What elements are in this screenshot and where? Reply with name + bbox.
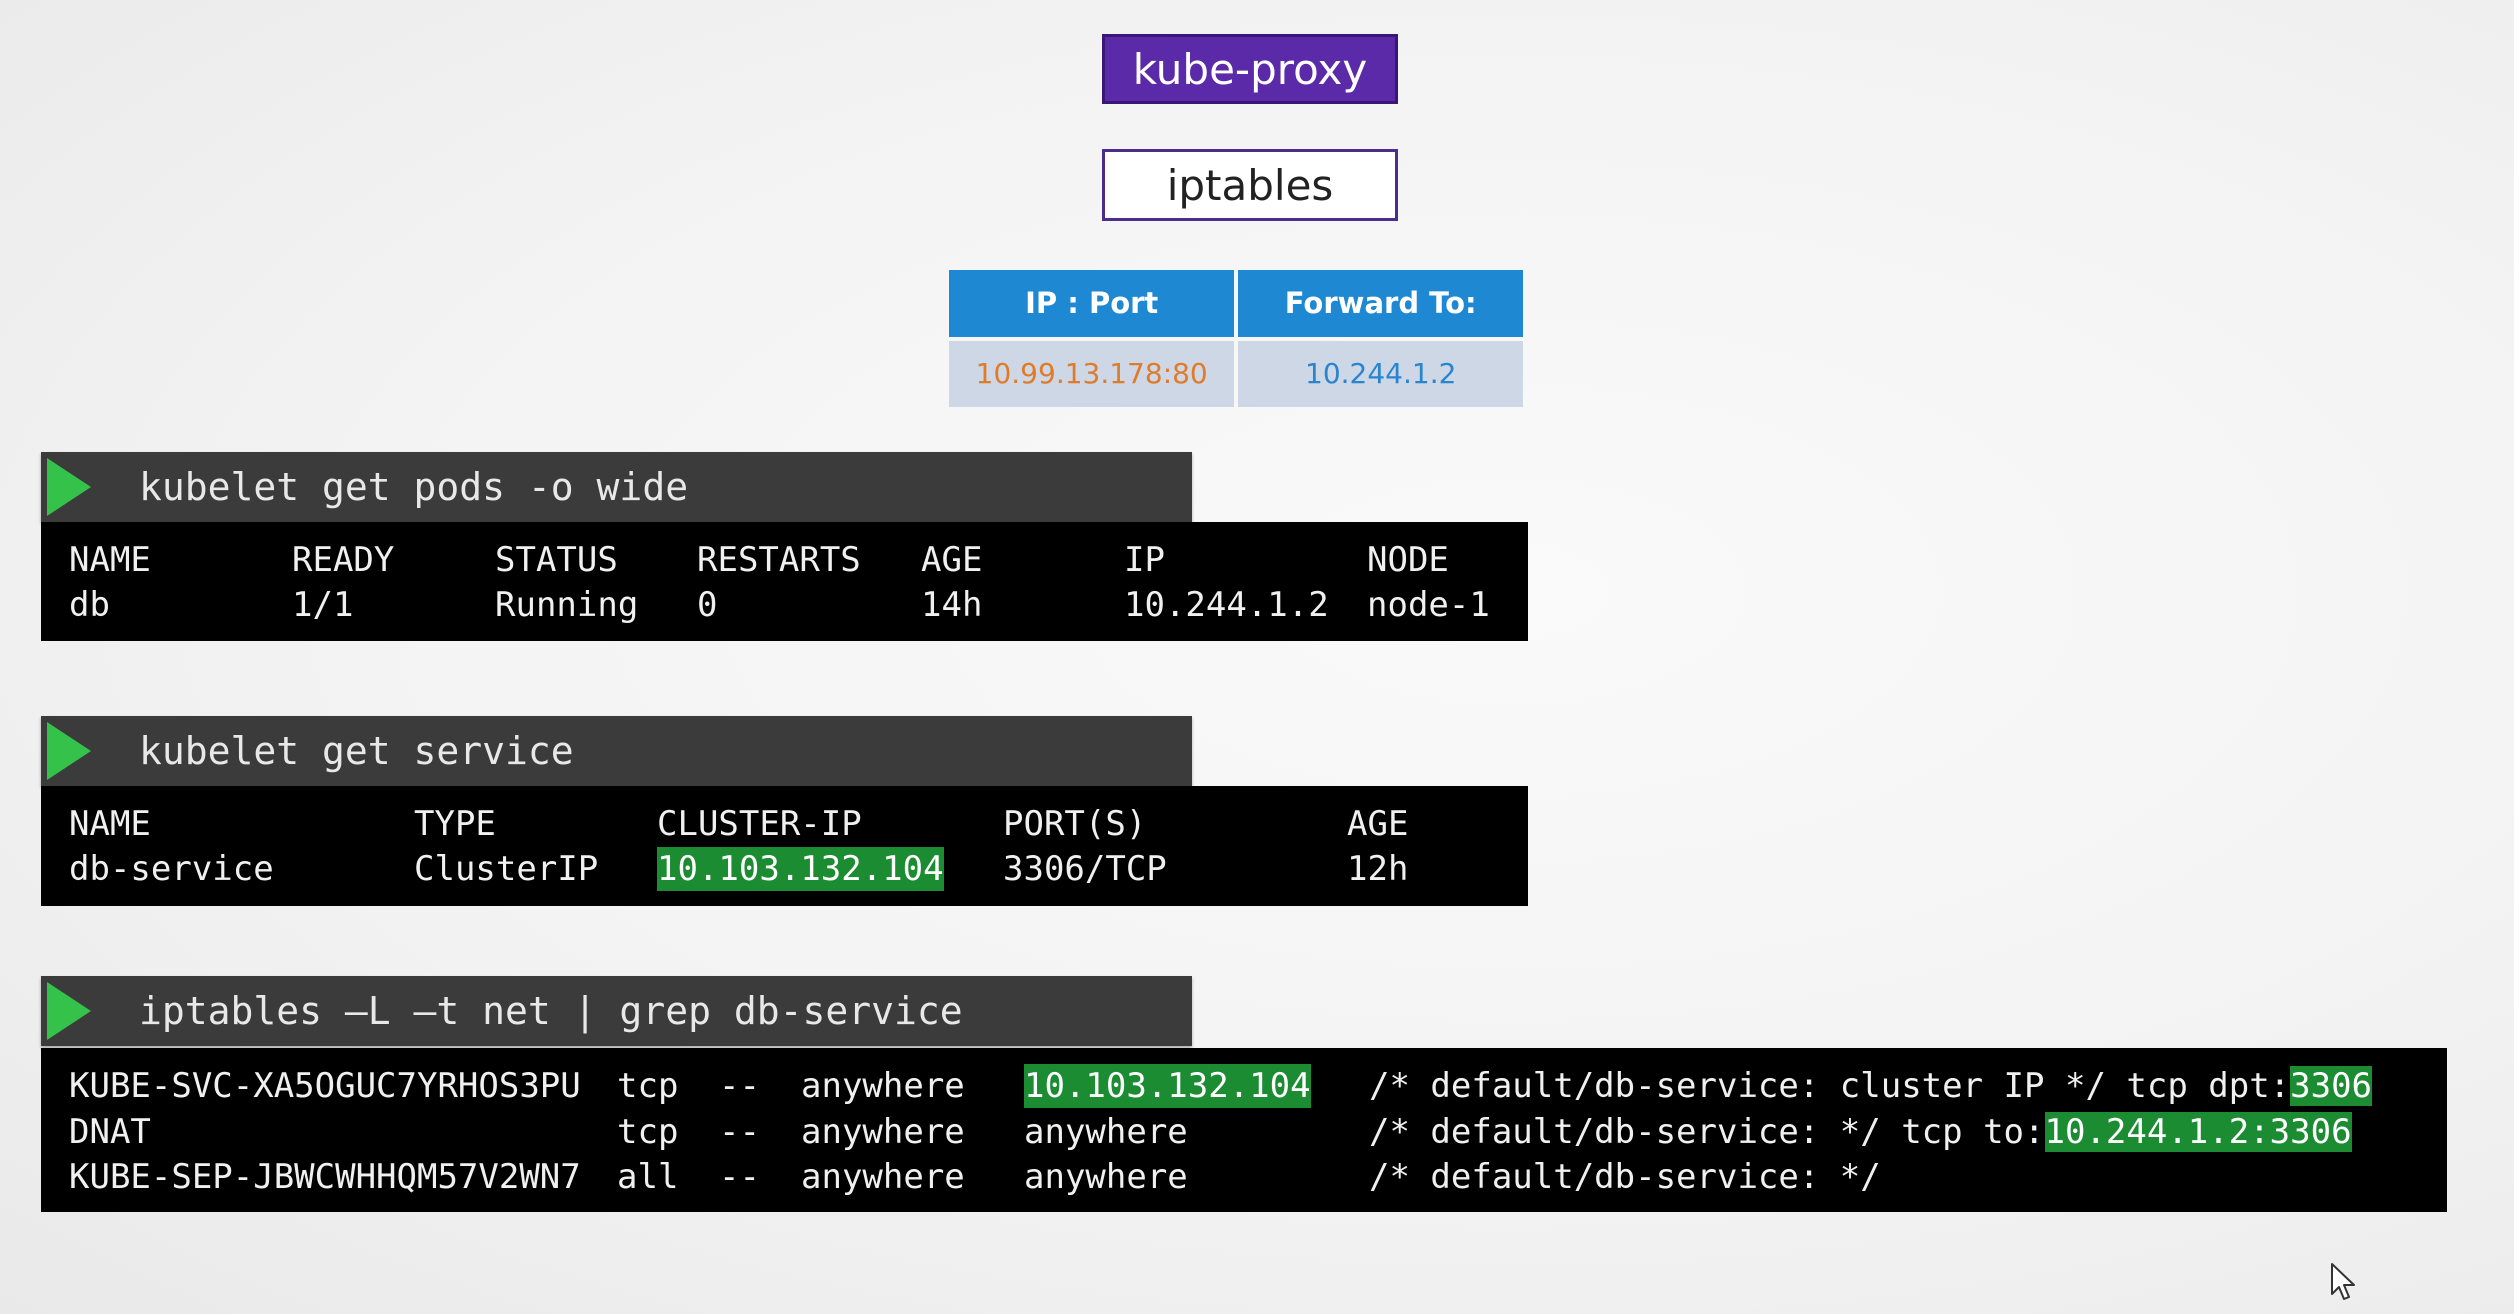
header-forward-to: Forward To:: [1238, 270, 1523, 337]
iptables-command: iptables –L –t net | grep db-service: [139, 989, 963, 1033]
iptables-row2-comment: /* default/db-service: */ tcp to:10.244.…: [1369, 1110, 2352, 1154]
pods-val-node: node-1: [1367, 585, 1490, 625]
iptables-row3-chain: KUBE-SEP-JBWCWHHQM57V2WN7: [69, 1157, 581, 1197]
kube-proxy-box: kube-proxy: [1102, 34, 1398, 104]
service-col-name: NAME: [69, 804, 151, 844]
pods-col-ip: IP: [1124, 540, 1165, 580]
iptables-command-bar: iptables –L –t net | grep db-service: [41, 976, 1192, 1046]
pods-command-bar: kubelet get pods -o wide: [41, 452, 1192, 522]
service-val-ports: 3306/TCP: [1003, 849, 1167, 889]
mouse-cursor-icon: [2331, 1263, 2355, 1300]
service-command-bar: kubelet get service: [41, 716, 1192, 786]
iptables-row3-comment: /* default/db-service: */: [1369, 1155, 1881, 1199]
iptables-label: iptables: [1166, 160, 1334, 210]
kube-proxy-label: kube-proxy: [1132, 44, 1368, 94]
header-ip-port: IP : Port: [949, 270, 1235, 337]
forwarding-table-header: IP : Port Forward To:: [949, 270, 1523, 337]
pods-val-ready: 1/1: [292, 585, 354, 625]
iptables-row1-comment-text: /* default/db-service: cluster IP */ tcp…: [1369, 1066, 2291, 1106]
iptables-row2-dst: anywhere: [1024, 1112, 1188, 1152]
iptables-row1-dst: 10.103.132.104: [1024, 1064, 1311, 1108]
play-icon: [47, 722, 91, 780]
iptables-row2-src: anywhere: [801, 1112, 965, 1152]
pods-val-status: Running: [495, 585, 639, 625]
iptables-row3-src: anywhere: [801, 1157, 965, 1197]
pods-val-ip: 10.244.1.2: [1124, 585, 1329, 625]
service-val-name: db-service: [69, 849, 274, 889]
service-command: kubelet get service: [139, 729, 574, 773]
service-val-age: 12h: [1347, 849, 1409, 889]
cell-ip-port: 10.99.13.178:80: [949, 340, 1235, 407]
iptables-row1-opt: --: [719, 1066, 760, 1106]
play-icon: [47, 458, 91, 516]
iptables-row3-comment-text: /* default/db-service: */: [1369, 1157, 1881, 1197]
pods-col-age: AGE: [921, 540, 983, 580]
service-col-age: AGE: [1347, 804, 1409, 844]
iptables-row1-comment: /* default/db-service: cluster IP */ tcp…: [1369, 1064, 2373, 1108]
pods-val-name: db: [69, 585, 110, 625]
service-col-cluster-ip: CLUSTER-IP: [657, 804, 862, 844]
iptables-row1-comment-highlight: 3306: [2290, 1066, 2373, 1106]
play-icon: [47, 982, 91, 1040]
iptables-row1-prot: tcp: [617, 1066, 679, 1106]
iptables-box: iptables: [1102, 149, 1398, 221]
cell-forward-to: 10.244.1.2: [1238, 340, 1523, 407]
iptables-row2-comment-text: /* default/db-service: */ tcp to:: [1369, 1112, 2045, 1152]
iptables-row1-src: anywhere: [801, 1066, 965, 1106]
iptables-row3-opt: --: [719, 1157, 760, 1197]
iptables-row2-prot: tcp: [617, 1112, 679, 1152]
pods-col-status: STATUS: [495, 540, 618, 580]
pods-col-restarts: RESTARTS: [697, 540, 861, 580]
iptables-row2-opt: --: [719, 1112, 760, 1152]
pods-col-ready: READY: [292, 540, 395, 580]
forwarding-table: IP : Port Forward To: 10.99.13.178:80 10…: [945, 266, 1527, 411]
service-val-type: ClusterIP: [414, 849, 599, 889]
pods-val-age: 14h: [921, 585, 983, 625]
service-col-ports: PORT(S): [1003, 804, 1147, 844]
service-col-type: TYPE: [414, 804, 496, 844]
pods-col-name: NAME: [69, 540, 151, 580]
forwarding-table-row: 10.99.13.178:80 10.244.1.2: [949, 340, 1523, 407]
service-val-cluster-ip: 10.103.132.104: [657, 847, 944, 891]
iptables-output: KUBE-SVC-XA5OGUC7YRHOS3PU tcp -- anywher…: [41, 1048, 2447, 1212]
iptables-row2-chain: DNAT: [69, 1112, 151, 1152]
pods-output: NAME READY STATUS RESTARTS AGE IP NODE d…: [41, 522, 1528, 641]
pods-command: kubelet get pods -o wide: [139, 465, 689, 509]
iptables-row2-comment-highlight: 10.244.1.2:3306: [2044, 1112, 2352, 1152]
iptables-row3-dst: anywhere: [1024, 1157, 1188, 1197]
pods-col-node: NODE: [1367, 540, 1449, 580]
iptables-row3-prot: all: [617, 1157, 679, 1197]
iptables-row1-chain: KUBE-SVC-XA5OGUC7YRHOS3PU: [69, 1066, 581, 1106]
service-output: NAME TYPE CLUSTER-IP PORT(S) AGE db-serv…: [41, 786, 1528, 906]
pods-val-restarts: 0: [697, 585, 718, 625]
